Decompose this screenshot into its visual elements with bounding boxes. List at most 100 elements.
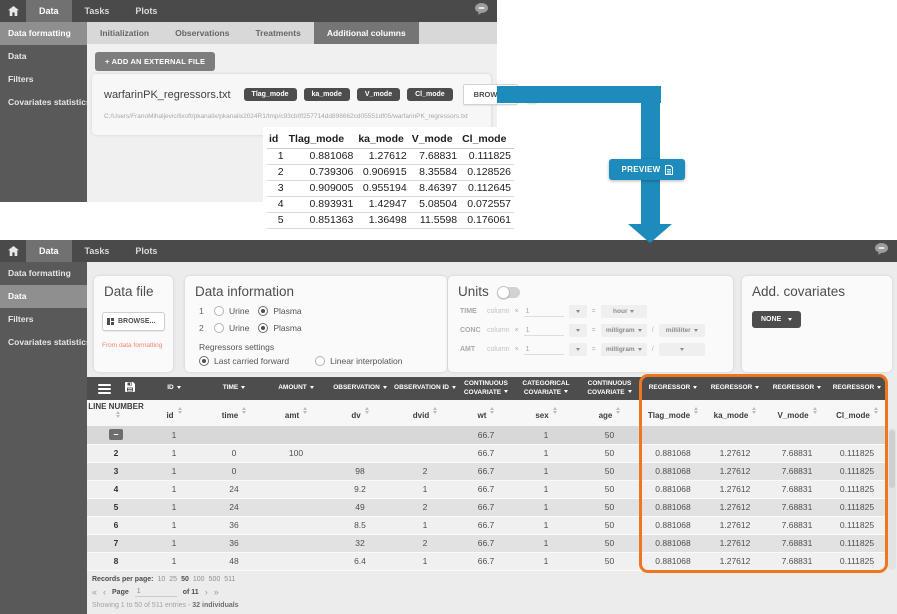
column-type-header-regressor[interactable]: REGRESSOR bbox=[642, 377, 704, 400]
menu-tab-data[interactable]: Data bbox=[26, 0, 72, 22]
home-icon[interactable] bbox=[0, 0, 26, 22]
table-scrollbar[interactable] bbox=[888, 428, 896, 570]
radio-plasma[interactable] bbox=[258, 323, 268, 333]
unit-dropdown-hour[interactable]: hour bbox=[601, 305, 647, 318]
sort-icon[interactable] bbox=[242, 407, 246, 414]
sort-icon[interactable] bbox=[433, 407, 437, 414]
data-file-browse-button[interactable]: BROWSE... bbox=[102, 312, 165, 331]
sort-icon[interactable] bbox=[616, 407, 620, 414]
home-icon[interactable] bbox=[0, 240, 26, 262]
collapse-individual-button[interactable]: – bbox=[109, 429, 123, 440]
unit-factor-input[interactable]: 1 bbox=[524, 345, 564, 355]
table-cell: 66.7 bbox=[457, 444, 515, 462]
tab-observations[interactable]: Observations bbox=[162, 22, 242, 44]
column-type-header-observation[interactable]: OBSERVATION bbox=[327, 377, 393, 400]
column-type-header-time[interactable]: TIME bbox=[203, 377, 265, 400]
radio-urine[interactable] bbox=[214, 323, 224, 333]
sidebar-item-covariates-statistics[interactable]: Covariates statistics bbox=[0, 331, 87, 354]
column-type-header-amount[interactable]: AMOUNT bbox=[265, 377, 327, 400]
column-tag-cl-mode[interactable]: Cl_mode bbox=[407, 88, 453, 101]
unit-dropdown-label: hour bbox=[613, 308, 627, 315]
records-option-50[interactable]: 50 bbox=[181, 576, 189, 583]
next-page-button[interactable]: › bbox=[205, 588, 208, 597]
table-cell: 100 bbox=[265, 444, 327, 462]
sidebar-item-data-formatting[interactable]: Data formatting bbox=[0, 262, 87, 285]
column-type-header-categorical-covariate[interactable]: CATEGORICAL COVARIATE bbox=[515, 377, 577, 400]
sort-icon[interactable] bbox=[874, 407, 878, 414]
chat-bubble-icon[interactable] bbox=[874, 242, 889, 260]
sidebar-item-data[interactable]: Data bbox=[0, 285, 87, 308]
sidebar-item-filters[interactable]: Filters bbox=[0, 308, 87, 331]
tab-initialization[interactable]: Initialization bbox=[87, 22, 162, 44]
scrollbar-thumb[interactable] bbox=[889, 430, 895, 488]
unit-dropdown-milligram[interactable]: milligram bbox=[601, 343, 647, 356]
table-row: 81486.4166.71500.8810681.276127.688310.1… bbox=[87, 552, 886, 570]
menu-tab-tasks[interactable]: Tasks bbox=[72, 0, 123, 22]
save-icon[interactable] bbox=[125, 382, 135, 395]
sidebar-item-filters[interactable]: Filters bbox=[0, 68, 87, 91]
column-tag-v-mode[interactable]: V_mode bbox=[357, 88, 400, 101]
sort-icon[interactable] bbox=[752, 407, 756, 414]
tab-treatments[interactable]: Treatments bbox=[242, 22, 313, 44]
unit-dropdown-empty[interactable] bbox=[659, 343, 705, 356]
records-option-500[interactable]: 500 bbox=[209, 576, 221, 583]
unit-factor-input[interactable]: 1 bbox=[524, 307, 564, 317]
chat-bubble-icon[interactable] bbox=[474, 2, 489, 20]
sidebar-item-data-formatting[interactable]: Data formatting bbox=[0, 22, 87, 45]
records-option-100[interactable]: 100 bbox=[193, 576, 205, 583]
multiply-sign: × bbox=[515, 308, 519, 315]
sort-icon[interactable] bbox=[365, 407, 369, 414]
unit-dropdown-milligram[interactable]: milligram bbox=[601, 324, 647, 337]
column-type-header-regressor[interactable]: REGRESSOR bbox=[704, 377, 766, 400]
last-page-button[interactable]: » bbox=[214, 588, 219, 597]
menu-tab-plots[interactable]: Plots bbox=[122, 240, 170, 262]
sort-icon[interactable] bbox=[116, 411, 120, 418]
records-option-10[interactable]: 10 bbox=[157, 576, 165, 583]
column-type-header-regressor[interactable]: REGRESSOR bbox=[828, 377, 886, 400]
add-covariates-none-button[interactable]: NONE bbox=[752, 311, 801, 328]
factor-dropdown[interactable] bbox=[569, 305, 587, 318]
column-tag-ka-mode[interactable]: ka_mode bbox=[304, 88, 350, 101]
sort-icon[interactable] bbox=[178, 407, 182, 414]
radio-last-carried-forward[interactable] bbox=[199, 356, 209, 366]
table-cell bbox=[704, 426, 766, 444]
unit-factor-input[interactable]: 1 bbox=[524, 326, 564, 336]
page: DataTasksPlots Data formattingDataFilter… bbox=[0, 0, 897, 614]
sidebar-item-data[interactable]: Data bbox=[0, 45, 87, 68]
factor-dropdown[interactable] bbox=[569, 324, 587, 337]
first-page-button[interactable]: « bbox=[92, 588, 97, 597]
observation-type-row: 1UrinePlasma bbox=[185, 306, 447, 316]
units-toggle[interactable] bbox=[498, 287, 520, 298]
unit-dropdown-milliliter[interactable]: milliliter bbox=[659, 324, 705, 337]
menu-tab-data[interactable]: Data bbox=[26, 240, 72, 262]
hamburger-menu-icon[interactable] bbox=[98, 382, 111, 396]
add-external-file-button[interactable]: + ADD AN EXTERNAL FILE bbox=[95, 52, 215, 71]
column-type-header-observation-id[interactable]: OBSERVATION ID bbox=[393, 377, 457, 400]
records-option-511[interactable]: 511 bbox=[224, 576, 235, 583]
radio-plasma[interactable] bbox=[258, 306, 268, 316]
sort-icon[interactable] bbox=[490, 407, 494, 414]
records-option-25[interactable]: 25 bbox=[169, 576, 177, 583]
menu-tab-plots[interactable]: Plots bbox=[122, 0, 170, 22]
sort-icon[interactable] bbox=[813, 407, 817, 414]
radio-urine[interactable] bbox=[214, 306, 224, 316]
table-cell: 2 bbox=[393, 462, 457, 480]
radio-linear-interpolation[interactable] bbox=[315, 356, 325, 366]
sort-icon[interactable] bbox=[553, 407, 557, 414]
sort-icon[interactable] bbox=[694, 407, 698, 414]
column-type-header-continuous-covariate[interactable]: CONTINUOUS COVARIATE bbox=[457, 377, 515, 400]
menu-tab-tasks[interactable]: Tasks bbox=[72, 240, 123, 262]
factor-dropdown[interactable] bbox=[569, 343, 587, 356]
table-row: 31098266.71500.8810681.276127.688310.111… bbox=[87, 462, 886, 480]
sort-icon[interactable] bbox=[303, 407, 307, 414]
tab-additional-columns[interactable]: Additional columns bbox=[314, 22, 419, 44]
preview-button[interactable]: PREVIEW bbox=[609, 159, 685, 180]
column-type-header-continuous-covariate[interactable]: CONTINUOUS COVARIATE bbox=[577, 377, 642, 400]
external-file-path: C:/Users/FranoMihaljevic/lixoft/pkanalix… bbox=[104, 113, 483, 120]
column-type-header-id[interactable]: ID bbox=[145, 377, 203, 400]
column-tag-tlag-mode[interactable]: Tlag_mode bbox=[244, 88, 297, 101]
page-number-input[interactable]: 1 bbox=[135, 587, 177, 597]
prev-page-button[interactable]: ‹ bbox=[103, 588, 106, 597]
column-type-header-regressor[interactable]: REGRESSOR bbox=[766, 377, 828, 400]
sidebar-item-covariates-statistics[interactable]: Covariates statistics bbox=[0, 91, 87, 114]
